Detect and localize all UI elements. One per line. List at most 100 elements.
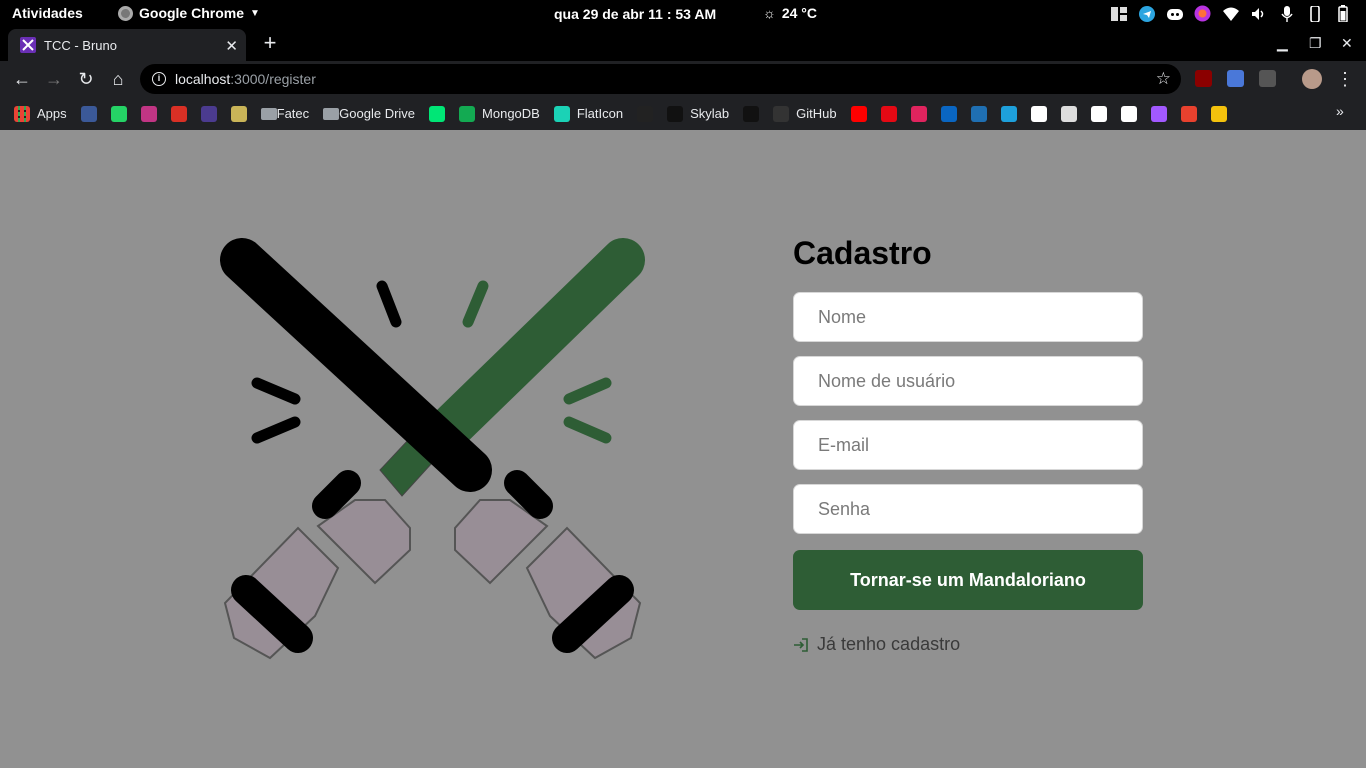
address-bar[interactable]: i localhost:3000/register ☆ — [140, 64, 1181, 94]
bookmark-item[interactable] — [1090, 105, 1107, 122]
weather-temp: 24 °C — [781, 5, 818, 21]
translate-icon[interactable] — [1227, 70, 1244, 87]
bookmark-item[interactable] — [910, 105, 927, 122]
email-input[interactable]: E-mail — [793, 420, 1143, 470]
site-info-icon[interactable]: i — [152, 72, 166, 86]
wifi-icon[interactable] — [1221, 4, 1240, 23]
firefox-icon[interactable] — [1193, 4, 1212, 23]
folder-icon — [260, 107, 277, 120]
forward-icon[interactable]: → — [43, 68, 65, 90]
page-title: Cadastro — [793, 235, 932, 271]
bookmark-item[interactable]: Fatec — [260, 106, 309, 121]
microphone-icon[interactable] — [1277, 4, 1296, 23]
bookmark-item[interactable] — [1120, 105, 1137, 122]
back-icon[interactable]: ← — [11, 68, 33, 90]
bookmark-item[interactable] — [1060, 105, 1077, 122]
bookmark-item[interactable] — [170, 105, 187, 122]
url-path: :3000/register — [230, 71, 316, 87]
chrome-icon — [118, 5, 133, 21]
link-icon — [1000, 105, 1017, 122]
bookmark-item[interactable] — [880, 105, 897, 122]
username-input[interactable]: Nome de usuário — [793, 356, 1143, 406]
ublock-icon[interactable] — [1195, 70, 1212, 87]
figma-icon — [1150, 105, 1167, 122]
bookmark-item[interactable] — [940, 105, 957, 122]
bookmark-label: MongoDB — [482, 106, 540, 121]
home-icon[interactable]: ⌂ — [107, 68, 129, 90]
register-button[interactable]: Tornar-se um Mandaloriano — [793, 550, 1143, 610]
new-tab-button[interactable]: + — [260, 32, 280, 54]
password-input[interactable]: Senha — [793, 484, 1143, 534]
bookmarks-overflow-icon[interactable]: » — [1336, 103, 1344, 119]
reload-icon[interactable]: ↻ — [75, 68, 97, 90]
close-tab-icon[interactable]: ✕ — [225, 37, 238, 55]
bookmark-item[interactable] — [140, 105, 157, 122]
discord-icon[interactable] — [1165, 4, 1184, 23]
skylab-icon — [667, 105, 684, 122]
bookmark-cloud-icon — [230, 105, 247, 122]
spark-line — [462, 280, 489, 328]
bookmark-item[interactable] — [429, 105, 446, 122]
chess-icon — [1120, 105, 1137, 122]
linkedin-icon — [940, 105, 957, 122]
bookmark-star-icon[interactable]: ☆ — [1156, 69, 1171, 89]
bookmark-item[interactable]: Google Drive — [323, 106, 415, 121]
menu-kebab-icon[interactable]: ⋮ — [1334, 68, 1356, 90]
bookmark-item[interactable] — [110, 105, 127, 122]
bookmark-item[interactable] — [850, 105, 867, 122]
bookmark-item[interactable]: MongoDB — [459, 105, 540, 122]
name-input[interactable]: Nome — [793, 292, 1143, 342]
minimize-icon[interactable]: ▁ — [1277, 35, 1288, 52]
bookmark-item[interactable] — [80, 105, 97, 122]
bookmark-item[interactable] — [230, 105, 247, 122]
bookmark-item[interactable] — [1030, 105, 1047, 122]
google-icon — [1090, 105, 1107, 122]
amazon-icon — [970, 105, 987, 122]
browser-tab[interactable]: TCC - Bruno ✕ — [8, 29, 246, 61]
lightsaber-favicon-icon — [20, 37, 36, 53]
window-layout-icon[interactable] — [1109, 4, 1128, 23]
bookmark-item[interactable] — [743, 105, 760, 122]
black-saber — [220, 238, 492, 492]
linux-icon — [1030, 105, 1047, 122]
bookmark-item[interactable] — [970, 105, 987, 122]
bookmark-item[interactable]: FlatIcon — [553, 105, 623, 122]
bookmark-item[interactable] — [1210, 105, 1227, 122]
green-saber — [379, 238, 645, 497]
close-window-icon[interactable]: ✕ — [1341, 35, 1353, 52]
bookmark-item[interactable] — [1000, 105, 1017, 122]
bookmark-app-icon — [200, 105, 217, 122]
bookmark-item[interactable] — [1180, 105, 1197, 122]
weather-indicator[interactable]: ☼ 24 °C — [763, 5, 817, 21]
telegram-icon[interactable] — [1137, 4, 1156, 23]
login-link[interactable]: Já tenho cadastro — [793, 634, 1143, 655]
clock[interactable]: qua 29 de abr 11 : 53 AM — [554, 6, 716, 22]
log-in-icon — [794, 637, 808, 652]
avatar[interactable] — [1302, 69, 1322, 89]
bookmark-item[interactable] — [1150, 105, 1167, 122]
bookmark-item[interactable]: GitHub — [773, 105, 837, 122]
activities-button[interactable]: Atividades — [12, 5, 83, 21]
bookmark-item[interactable] — [200, 105, 217, 122]
bookmarks-bar: Apps Fatec Google Drive MongoDB FlatIcon Skyl… — [0, 97, 1366, 130]
app-menu-label: Google Chrome — [139, 5, 245, 21]
login-link-label: Já tenho cadastro — [817, 634, 961, 654]
facebook-icon — [80, 105, 97, 122]
tab-title: TCC - Bruno — [44, 37, 117, 53]
bookmark-item[interactable] — [637, 105, 654, 122]
crossed-lightsabers-illustration — [220, 238, 645, 660]
extension-pen-icon[interactable] — [1259, 70, 1276, 87]
restore-icon[interactable]: ❐ — [1309, 35, 1322, 52]
spark-line — [376, 280, 402, 328]
phone-connect-icon[interactable] — [1305, 4, 1324, 23]
battery-icon[interactable] — [1333, 4, 1352, 23]
bookmark-item[interactable]: Skylab — [667, 105, 729, 122]
app-menu[interactable]: Google Chrome ▼ — [118, 5, 260, 21]
netflix-icon — [880, 105, 897, 122]
udemy-icon — [910, 105, 927, 122]
youtube-icon — [850, 105, 867, 122]
spark-line — [251, 416, 301, 444]
fire-icon — [1180, 105, 1197, 122]
volume-icon[interactable] — [1249, 4, 1268, 23]
bookmark-item[interactable]: Apps — [14, 105, 67, 122]
